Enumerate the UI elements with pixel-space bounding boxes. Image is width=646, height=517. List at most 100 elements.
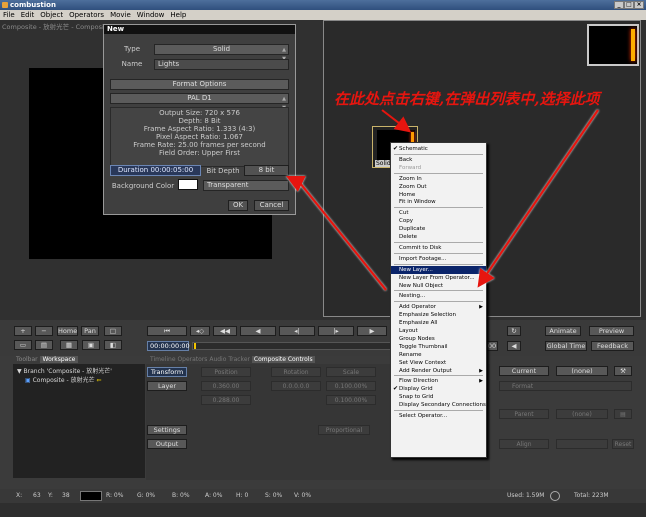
menu-edit[interactable]: Edit — [18, 10, 38, 20]
loop-button[interactable]: ↻ — [507, 326, 521, 336]
ok-button[interactable]: OK — [228, 200, 248, 211]
menu-item-commit-to-disk[interactable]: Commit to Disk — [391, 244, 486, 252]
timecode-field[interactable]: 00:00:00:00 — [147, 341, 190, 351]
menu-operators[interactable]: Operators — [66, 10, 107, 20]
position-y-field[interactable]: 0.288.00 — [201, 395, 251, 405]
menu-item-zoom-out[interactable]: Zoom Out — [391, 183, 486, 191]
menu-item-flow-direction[interactable]: Flow Direction ▶ — [391, 377, 486, 385]
transparent-dropdown[interactable]: Transparent — [203, 180, 289, 191]
menu-item-duplicate[interactable]: Duplicate — [391, 225, 486, 233]
proportional-button[interactable]: Proportional — [318, 425, 370, 435]
scale-x-field[interactable]: 0.100.00% — [326, 381, 376, 391]
layer-tab[interactable]: Layer — [147, 381, 187, 391]
close-button[interactable]: × — [634, 1, 644, 9]
menu-item-display-grid[interactable]: Display Grid ✔ — [391, 385, 486, 393]
type-dropdown[interactable]: Solid▲▼ — [154, 44, 289, 62]
view-mode-icon[interactable]: ▭ — [14, 340, 32, 350]
minimize-button[interactable]: _ — [614, 1, 624, 9]
menu-item-cut[interactable]: Cut — [391, 209, 486, 217]
step-forward-button[interactable]: |▸ — [318, 326, 354, 336]
bit-depth-dropdown[interactable]: 8 bit — [244, 165, 289, 176]
menu-item-toggle-thumbnail[interactable]: Toggle Thumbnail — [391, 343, 486, 351]
settings-tab[interactable]: Settings — [147, 425, 187, 435]
reset-button[interactable]: Reset — [612, 439, 634, 449]
animate-button[interactable]: Animate — [545, 326, 581, 336]
tab-composite-controls[interactable]: Composite Controls — [251, 356, 315, 363]
menu-item-new-layer-from-operator[interactable]: New Layer From Operator... ▶ — [391, 274, 486, 282]
zoom-in-button[interactable]: + — [14, 326, 32, 336]
menu-window[interactable]: Window — [134, 10, 168, 20]
tree-item-composite[interactable]: ▣ Composite - 放射光芒 ⇐ — [25, 375, 102, 384]
menu-item-delete[interactable]: Delete — [391, 233, 486, 241]
maximize-button[interactable]: □ — [624, 1, 634, 9]
pan-button[interactable]: Pan — [81, 326, 99, 336]
menu-item-new-layer[interactable]: New Layer... — [391, 265, 486, 274]
menu-item-add-render-output[interactable]: Add Render Output ▶ — [391, 367, 486, 375]
menu-item-forward[interactable]: Forward — [391, 164, 486, 172]
home-button[interactable]: Home — [57, 326, 78, 336]
menu-item-home[interactable]: Home — [391, 191, 486, 199]
menu-item-copy[interactable]: Copy — [391, 217, 486, 225]
stop-button[interactable]: ◀ — [507, 341, 521, 351]
prev-keyframe-button[interactable]: ◂◇ — [190, 326, 210, 336]
transform-tab[interactable]: Transform — [147, 367, 187, 377]
time-slider[interactable] — [192, 342, 392, 350]
menu-help[interactable]: Help — [167, 10, 189, 20]
tab-tracker[interactable]: Tracker — [228, 356, 250, 363]
schematic-navigator-thumbnail[interactable] — [587, 24, 639, 66]
end-timecode[interactable]: 00 — [486, 341, 498, 351]
go-to-start-button[interactable]: ⏮ — [147, 326, 187, 336]
menu-item-schematic[interactable]: Schematic ✔ — [391, 145, 486, 153]
play-button[interactable]: ▶ — [357, 326, 387, 336]
menu-item-emphasize-selection[interactable]: Emphasize Selection — [391, 311, 486, 319]
menu-item-back[interactable]: Back — [391, 156, 486, 164]
prev-frame-button[interactable]: ◀◀ — [213, 326, 237, 336]
menu-item-rename[interactable]: Rename — [391, 351, 486, 359]
view-button[interactable]: □ — [104, 326, 122, 336]
zoom-out-button[interactable]: − — [35, 326, 53, 336]
tab-timeline[interactable]: Timeline — [150, 356, 176, 363]
duration-button[interactable]: Duration 00:00:05:00 — [110, 165, 201, 176]
align-field[interactable] — [556, 439, 608, 449]
tab-operators[interactable]: Operators — [177, 356, 207, 363]
position-x-field[interactable]: 0.360.00 — [201, 381, 251, 391]
tab-toolbar[interactable]: Toolbar — [16, 356, 38, 363]
menu-item-new-null-object[interactable]: New Null Object — [391, 282, 486, 290]
step-back-button[interactable]: ◂| — [279, 326, 315, 336]
menu-item-nesting[interactable]: Nesting... — [391, 292, 486, 300]
preview-button[interactable]: Preview — [589, 326, 634, 336]
menu-item-add-operator[interactable]: Add Operator ▶ — [391, 303, 486, 311]
cancel-button[interactable]: Cancel — [254, 200, 289, 211]
parent-dropdown[interactable]: (none) — [556, 366, 608, 376]
menu-item-group-nodes[interactable]: Group Nodes — [391, 335, 486, 343]
pick-icon[interactable]: ⚒ — [614, 366, 632, 376]
parent-field[interactable]: (none) — [556, 409, 608, 419]
tab-workspace[interactable]: Workspace — [39, 356, 79, 363]
menu-item-zoom-in[interactable]: Zoom In — [391, 175, 486, 183]
menu-item-snap-to-grid[interactable]: Snap to Grid — [391, 393, 486, 401]
menu-item-display-secondary-connections[interactable]: Display Secondary Connections — [391, 401, 486, 409]
channels-icon[interactable]: ◧ — [104, 340, 122, 350]
rotation-field[interactable]: 0.0.0.0.0 — [271, 381, 321, 391]
menu-item-emphasize-all[interactable]: Emphasize All — [391, 319, 486, 327]
play-reverse-button[interactable]: ◀ — [240, 326, 276, 336]
time-slider-handle[interactable] — [194, 343, 196, 349]
menu-file[interactable]: File — [0, 10, 18, 20]
layout-icon[interactable]: ▤ — [35, 340, 53, 350]
menu-item-import-footage[interactable]: Import Footage... — [391, 255, 486, 263]
link-icon[interactable]: ▤ — [614, 409, 632, 419]
menu-item-select-operator[interactable]: Select Operator... — [391, 412, 486, 420]
background-color-swatch[interactable] — [178, 179, 198, 190]
feedback-button[interactable]: Feedback — [591, 341, 634, 351]
frame-icon[interactable]: ▣ — [82, 340, 100, 350]
current-button[interactable]: Current — [499, 366, 549, 376]
format-dropdown[interactable]: PAL D1▲▼ — [110, 93, 289, 111]
menu-movie[interactable]: Movie — [107, 10, 134, 20]
global-time-button[interactable]: Global Time — [545, 341, 587, 351]
menu-object[interactable]: Object — [37, 10, 66, 20]
tree-branch[interactable]: ▼ Branch 'Composite - 放射光芒' — [17, 366, 112, 375]
scale-y-field[interactable]: 0.100.00% — [326, 395, 376, 405]
output-tab[interactable]: Output — [147, 439, 187, 449]
menu-item-layout[interactable]: Layout — [391, 327, 486, 335]
menu-item-fit-in-window[interactable]: Fit in Window — [391, 198, 486, 206]
